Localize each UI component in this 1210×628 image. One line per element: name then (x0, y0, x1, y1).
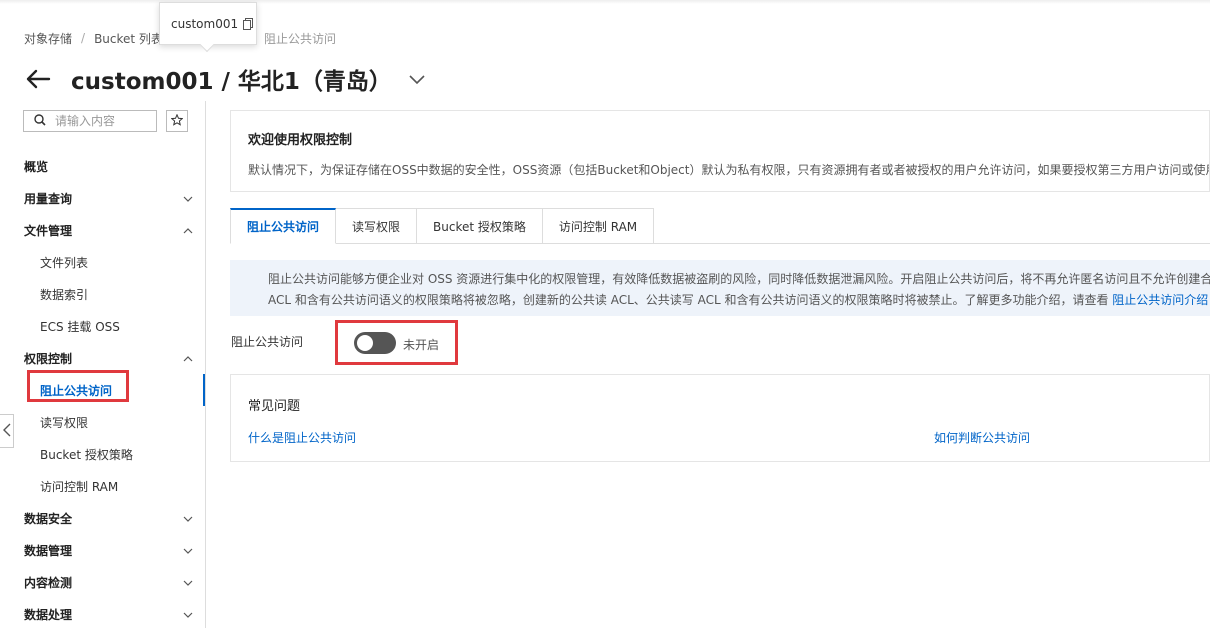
sidebar-item-10[interactable]: 访问控制 RAM (0, 475, 205, 497)
notice-learn-more-link[interactable]: 阻止公共访问介绍 (1112, 293, 1208, 307)
sidebar-item-4[interactable]: 数据索引 (0, 283, 205, 305)
tab-bucket-policy[interactable]: Bucket 授权策略 (417, 208, 543, 244)
sidebar-item-8[interactable]: 读写权限 (0, 411, 205, 433)
tab-bar: 阻止公共访问 读写权限 Bucket 授权策略 访问控制 RAM (230, 208, 1210, 244)
sidebar-item-2[interactable]: 文件管理 (0, 219, 205, 241)
sidebar-item-label: ECS 挂载 OSS (40, 319, 120, 334)
chevron-up-icon (183, 353, 193, 363)
search-icon (34, 113, 46, 129)
sidebar-item-3[interactable]: 文件列表 (0, 251, 205, 273)
tooltip-arrow (199, 37, 215, 53)
notice-line-2: ACL 和含有公共访问语义的权限策略将被忽略，创建新的公共读 ACL、公共读写 … (268, 290, 1210, 311)
sidebar-item-label: 权限控制 (24, 351, 73, 366)
notice-line-2-text: ACL 和含有公共访问语义的权限策略将被忽略，创建新的公共读 ACL、公共读写 … (268, 293, 1113, 307)
tab-block-public-access[interactable]: 阻止公共访问 (230, 208, 337, 244)
sidebar-item-label: 文件管理 (24, 223, 73, 238)
faq-title: 常见问题 (248, 399, 301, 414)
breadcrumb-item-current: 阻止公共访问 (263, 31, 336, 46)
tab-read-write-permission[interactable]: 读写权限 (336, 208, 418, 244)
sidebar-item-label: 用量查询 (24, 191, 73, 206)
sidebar-item-label: 数据管理 (24, 543, 73, 558)
annotation-highlight-nav (27, 370, 129, 402)
sidebar-search[interactable] (23, 110, 157, 132)
sidebar-item-1[interactable]: 用量查询 (0, 187, 205, 209)
page-title: custom001 / 华北1（青岛） (71, 69, 392, 95)
faq-panel: 常见问题 什么是阻止公共访问 如何判断公共访问 (230, 374, 1210, 462)
chevron-left-icon (2, 423, 11, 440)
sidebar-collapse-button[interactable] (0, 414, 14, 448)
chevron-down-icon (183, 193, 193, 203)
active-indicator (203, 374, 205, 406)
sidebar-item-label: 读写权限 (40, 415, 89, 430)
welcome-panel: 欢迎使用权限控制 默认情况下，为保证存储在OSS中数据的安全性，OSS资源（包括… (230, 110, 1210, 192)
sidebar-item-label: 数据索引 (40, 287, 89, 302)
sidebar-item-label: 内容检测 (24, 575, 73, 590)
star-icon (170, 113, 184, 129)
chevron-down-icon (183, 609, 193, 619)
chevron-down-icon (183, 577, 193, 587)
faq-link-what-is[interactable]: 什么是阻止公共访问 (248, 429, 356, 446)
sidebar-item-12[interactable]: 数据管理 (0, 539, 205, 561)
block-public-access-switch[interactable] (354, 332, 396, 354)
notice-line-1: 阻止公共访问能够方便企业对 OSS 资源进行集中化的权限管理，有效降低数据被盗刷… (268, 272, 1210, 286)
welcome-text: 默认情况下，为保证存储在OSS中数据的安全性，OSS资源（包括Bucket和Ob… (248, 163, 1210, 177)
welcome-title: 欢迎使用权限控制 (248, 133, 353, 148)
sidebar-item-14[interactable]: 数据处理 (0, 603, 205, 625)
tooltip-text: custom001 (171, 16, 239, 31)
tab-access-control-ram[interactable]: 访问控制 RAM (542, 208, 655, 244)
breadcrumb-item-oss[interactable]: 对象存储 (24, 30, 72, 47)
arrow-left-icon[interactable] (24, 65, 52, 93)
block-public-access-label: 阻止公共访问 (231, 335, 304, 349)
sidebar-item-11[interactable]: 数据安全 (0, 507, 205, 529)
chevron-up-icon (183, 225, 193, 235)
sidebar-item-6[interactable]: 权限控制 (0, 347, 205, 369)
sidebar-item-0[interactable]: 概览 (0, 155, 205, 177)
sidebar-item-label: Bucket 授权策略 (40, 447, 133, 462)
switch-status-text: 未开启 (403, 338, 440, 352)
sidebar-item-label: 概览 (24, 159, 49, 174)
chevron-down-icon (183, 513, 193, 523)
chevron-down-icon[interactable] (408, 70, 426, 88)
sidebar-item-label: 数据安全 (24, 511, 73, 526)
sidebar-item-label: 数据处理 (24, 607, 73, 622)
copy-icon[interactable] (243, 17, 254, 30)
faq-link-how-to-judge[interactable]: 如何判断公共访问 (934, 429, 1030, 446)
switch-knob (357, 335, 373, 351)
bucket-name-tooltip: custom001 (159, 2, 257, 53)
info-notice: 阻止公共访问能够方便企业对 OSS 资源进行集中化的权限管理，有效降低数据被盗刷… (230, 260, 1210, 316)
breadcrumb-separator: / (81, 31, 86, 45)
sidebar-search-input[interactable] (55, 114, 151, 128)
breadcrumb-item-bucket-list[interactable]: Bucket 列表 (94, 30, 163, 47)
favorite-button[interactable] (166, 110, 188, 132)
sidebar-item-label: 访问控制 RAM (40, 479, 119, 494)
sidebar-item-13[interactable]: 内容检测 (0, 571, 205, 593)
sidebar-item-5[interactable]: ECS 挂载 OSS (0, 315, 205, 337)
sidebar-item-label: 文件列表 (40, 255, 89, 270)
chevron-down-icon (183, 545, 193, 555)
page-header: custom001 / 华北1（青岛） (24, 62, 426, 96)
sidebar-item-9[interactable]: Bucket 授权策略 (0, 443, 205, 465)
